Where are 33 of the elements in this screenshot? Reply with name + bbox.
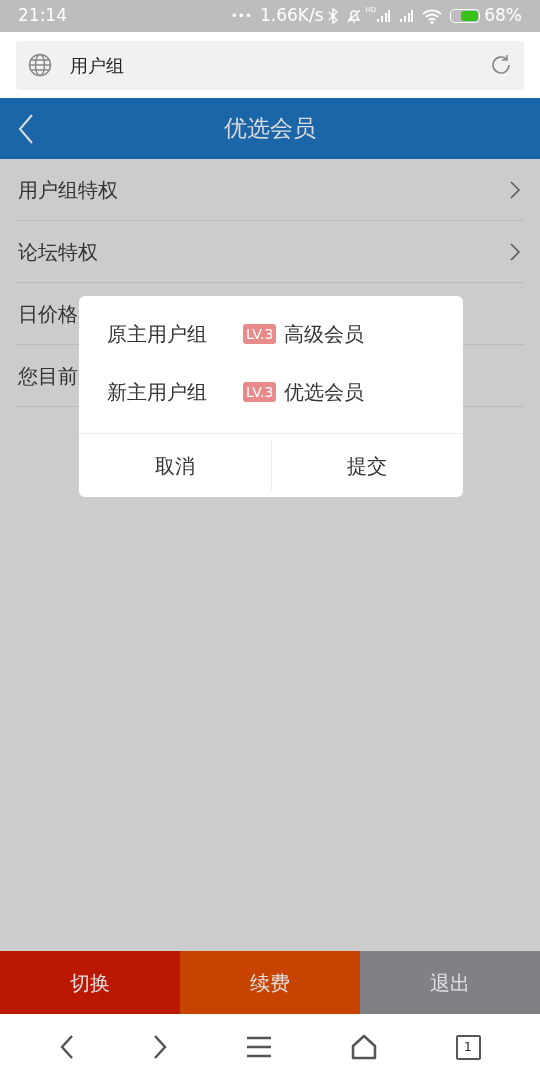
signal-icon bbox=[398, 9, 415, 23]
menu-icon[interactable] bbox=[245, 1036, 272, 1058]
level-badge: LV.3 bbox=[243, 324, 277, 344]
muted-bell-icon bbox=[345, 8, 362, 24]
dialog-button[interactable]: 取消 bbox=[79, 440, 271, 491]
action-button[interactable]: 切换 bbox=[0, 951, 180, 1014]
signal-icon bbox=[376, 9, 391, 23]
menu-item[interactable]: 论坛特权 bbox=[16, 221, 524, 283]
refresh-icon[interactable] bbox=[490, 54, 512, 76]
row-label: 新主用户组 bbox=[107, 379, 208, 406]
bluetooth-icon bbox=[327, 8, 338, 24]
chevron-right-icon bbox=[510, 180, 520, 199]
dialog-button[interactable]: 提交 bbox=[270, 440, 463, 491]
menu-item[interactable]: 用户组特权 bbox=[16, 159, 524, 221]
wifi-icon bbox=[422, 8, 443, 24]
level-badge: LV.3 bbox=[243, 382, 277, 402]
chevron-right-icon bbox=[510, 242, 520, 261]
more-dots: ••• bbox=[230, 8, 252, 25]
address-text: 用户组 bbox=[70, 53, 125, 78]
address-field[interactable]: 用户组 bbox=[16, 40, 524, 90]
group-name: 高级会员 bbox=[284, 321, 365, 348]
clock: 21:14 bbox=[18, 4, 67, 28]
battery-percent: 68% bbox=[484, 4, 522, 28]
group-name: 优选会员 bbox=[284, 379, 365, 406]
battery-icon bbox=[450, 9, 481, 23]
network-speed: 1.66K/s bbox=[259, 4, 324, 28]
action-button[interactable]: 续费 bbox=[180, 951, 360, 1014]
row-label: 原主用户组 bbox=[107, 321, 208, 348]
home-icon[interactable] bbox=[350, 1034, 377, 1060]
back-icon[interactable] bbox=[18, 113, 34, 144]
tabs-button[interactable]: 1 bbox=[455, 1034, 481, 1060]
page-title: 优选会员 bbox=[224, 114, 316, 144]
globe-icon bbox=[28, 53, 52, 77]
